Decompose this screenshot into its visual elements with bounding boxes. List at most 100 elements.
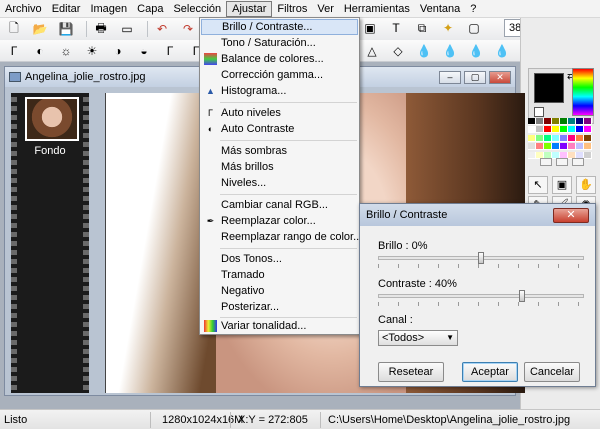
channel-select[interactable]: <Todos> ▼ <box>378 330 458 346</box>
menu-item-label: Variar tonalidad... <box>221 320 307 332</box>
gamma-up-icon[interactable]: Γ <box>160 42 180 60</box>
brightness-slider-thumb[interactable] <box>478 252 484 264</box>
auto-contrast-icon: ◐ <box>207 124 214 134</box>
contrast-down-icon[interactable]: ◒ <box>134 42 154 60</box>
menu-herramientas[interactable]: Herramientas <box>339 1 415 17</box>
menu-help[interactable]: ? <box>465 1 481 17</box>
maximize-icon[interactable]: ▢ <box>464 70 486 84</box>
brightness-up-icon[interactable]: ☼ <box>56 42 76 60</box>
toolbar-separator <box>86 21 87 37</box>
palette-prev-button[interactable] <box>540 158 552 166</box>
menu-item-more-highlights[interactable]: Más brillos <box>201 159 358 175</box>
crop-icon[interactable]: ▣ <box>360 19 380 37</box>
toolbar-separator <box>147 21 148 37</box>
menu-item-label: Tramado <box>221 269 265 281</box>
auto-levels-icon: Γ <box>208 108 213 118</box>
sharpen-icon[interactable]: △ <box>362 42 382 60</box>
menu-item-levels[interactable]: Niveles... <box>201 175 358 191</box>
undo-icon[interactable]: ↶ <box>152 20 172 38</box>
menu-editar[interactable]: Editar <box>47 1 86 17</box>
menu-item-auto-levels[interactable]: Γ Auto niveles <box>201 105 358 121</box>
text-icon[interactable]: T <box>386 19 406 37</box>
menu-ver[interactable]: Ver <box>312 1 339 17</box>
close-icon[interactable]: ✕ <box>489 70 511 84</box>
file-path: C:\Users\Home\Desktop\Angelina_jolie_ros… <box>328 414 571 426</box>
cancel-button[interactable]: Cancelar <box>524 362 580 382</box>
hand-icon[interactable]: ✋ <box>576 176 596 194</box>
ok-button[interactable]: Aceptar <box>462 362 518 382</box>
select-icon[interactable]: ▣ <box>552 176 572 194</box>
menu-seleccion[interactable]: Selección <box>168 1 226 17</box>
menu-item-hue-saturation[interactable]: Tono / Saturación... <box>201 35 358 51</box>
layer-label: Fondo <box>34 145 66 157</box>
chevron-down-icon: ▼ <box>446 333 454 342</box>
contrast-slider-thumb[interactable] <box>519 290 526 302</box>
auto-levels-icon[interactable]: Γ <box>4 42 24 60</box>
status-divider <box>230 412 231 428</box>
contrast-ticks <box>378 302 584 306</box>
secondary-color-swatch[interactable] <box>534 107 544 117</box>
brightness-ticks <box>378 264 584 268</box>
window-icon[interactable]: ▢ <box>464 19 484 37</box>
menu-item-duotone[interactable]: Dos Tonos... <box>201 251 358 267</box>
new-file-icon[interactable]: 🗋 <box>4 20 24 38</box>
menu-item-label: Corrección gamma... <box>221 69 324 81</box>
menu-capa[interactable]: Capa <box>132 1 168 17</box>
redo-icon[interactable]: ↷ <box>178 20 198 38</box>
close-icon[interactable]: ✕ <box>553 208 589 223</box>
contrast-up-icon[interactable]: ◑ <box>108 42 128 60</box>
channel-label: Canal : <box>378 314 413 326</box>
drop-icon[interactable]: 💧 <box>414 42 434 60</box>
brightness-down-icon[interactable]: ☀ <box>82 42 102 60</box>
menu-item-rgb-channel[interactable]: Cambiar canal RGB... <box>201 197 358 213</box>
status-divider <box>150 412 151 428</box>
blur-icon[interactable]: ◇ <box>388 42 408 60</box>
document-title: Angelina_jolie_rostro.jpg <box>25 71 146 83</box>
eyedropper-icon: ✒ <box>206 216 215 226</box>
image-file-icon <box>9 72 21 82</box>
effects-icon[interactable]: ✦ <box>438 19 458 37</box>
menu-item-negative[interactable]: Negativo <box>201 283 358 299</box>
drop-light-icon[interactable]: 💧 <box>440 42 460 60</box>
layer-thumbnail[interactable] <box>25 97 79 141</box>
palette-next-button[interactable] <box>556 158 568 166</box>
color-spectrum[interactable] <box>572 68 594 116</box>
primary-color-swatch[interactable] <box>534 73 564 103</box>
status-divider <box>320 412 321 428</box>
adjust-menu: Brillo / Contraste... Tono / Saturación.… <box>199 17 362 335</box>
pointer-icon[interactable]: ↖ <box>528 176 548 194</box>
menu-item-histogram[interactable]: ▲ Histograma... <box>201 83 358 99</box>
menu-item-gamma[interactable]: Corrección gamma... <box>201 67 358 83</box>
menu-archivo[interactable]: Archivo <box>0 1 47 17</box>
open-folder-icon[interactable]: 📂 <box>30 20 50 38</box>
layers-icon[interactable]: ⧉ <box>412 19 432 37</box>
print-icon[interactable]: 🖶 <box>91 20 111 38</box>
menu-filtros[interactable]: Filtros <box>272 1 312 17</box>
contrast-slider[interactable] <box>378 294 584 298</box>
menu-item-dither[interactable]: Tramado <box>201 267 358 283</box>
palette-controls <box>540 158 584 166</box>
save-icon[interactable]: 💾 <box>56 20 76 38</box>
menu-item-more-shadows[interactable]: Más sombras <box>201 143 358 159</box>
menu-imagen[interactable]: Imagen <box>85 1 132 17</box>
menu-item-replace-color[interactable]: ✒ Reemplazar color... <box>201 213 358 229</box>
drop-fill-icon[interactable]: 💧 <box>492 42 512 60</box>
menu-item-replace-color-range[interactable]: Reemplazar rango de color... <box>201 229 362 245</box>
palette-menu-button[interactable] <box>572 158 584 166</box>
drop-dark-icon[interactable]: 💧 <box>466 42 486 60</box>
menu-item-color-balance[interactable]: Balance de colores... <box>201 51 358 67</box>
reset-button[interactable]: Resetear <box>378 362 444 382</box>
menu-ventana[interactable]: Ventana <box>415 1 465 17</box>
menu-item-posterize[interactable]: Posterizar... <box>201 299 358 315</box>
minimize-icon[interactable]: – <box>439 70 461 84</box>
auto-contrast-icon[interactable]: ◐ <box>30 42 50 60</box>
color-palette[interactable] <box>528 118 594 160</box>
menu-ajustar[interactable]: Ajustar <box>226 0 273 17</box>
menu-item-brightness-contrast[interactable]: Brillo / Contraste... <box>201 19 358 35</box>
menu-item-label: Posterizar... <box>221 301 280 313</box>
menu-item-hue-variation[interactable]: Variar tonalidad... <box>201 318 358 334</box>
film-holes-right <box>83 93 89 393</box>
scan-icon[interactable]: ▭ <box>117 20 137 38</box>
menu-item-auto-contrast[interactable]: ◐ Auto Contraste <box>201 121 358 137</box>
image-dimensions: 1280x1024x16M <box>162 414 244 426</box>
